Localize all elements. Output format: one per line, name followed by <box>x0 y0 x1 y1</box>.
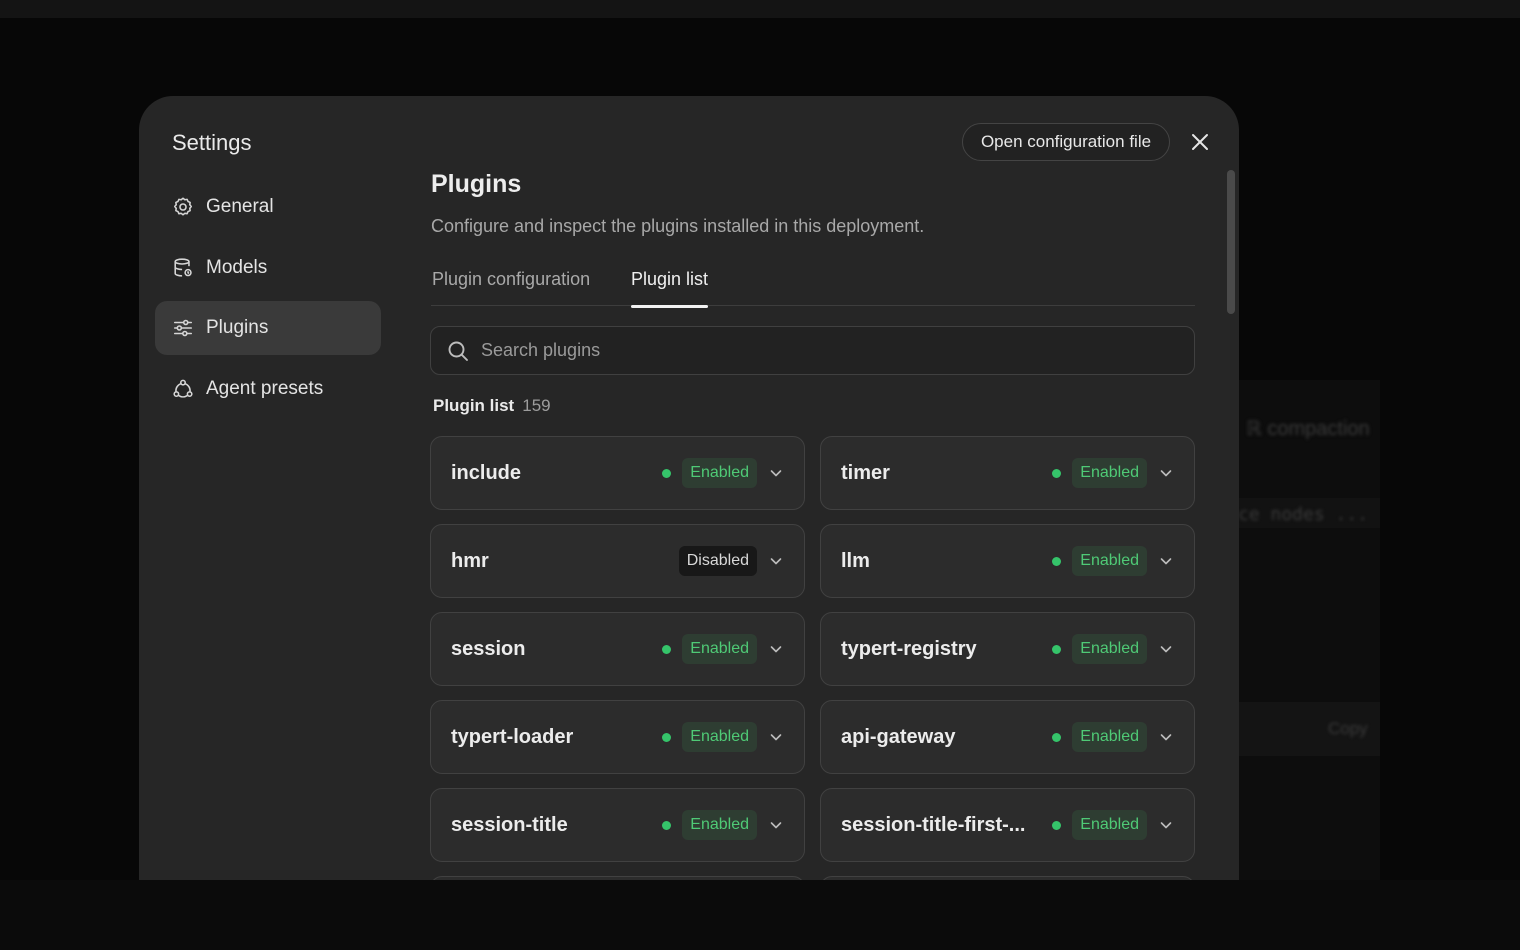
gear-icon <box>172 196 194 218</box>
scrollbar-thumb[interactable] <box>1227 170 1235 314</box>
plugin-card[interactable]: typert-loader Enabled <box>430 700 805 774</box>
plugin-status: Enabled <box>662 722 757 752</box>
nav-item-models[interactable]: Models <box>155 241 381 295</box>
plugin-status: Enabled <box>662 634 757 664</box>
chevron-down-icon[interactable] <box>1158 729 1174 745</box>
database-icon <box>172 257 194 279</box>
status-badge: Enabled <box>682 634 757 664</box>
status-dot-icon <box>662 644 672 654</box>
nav-item-plugins[interactable]: Plugins <box>155 301 381 355</box>
plugin-list-label: Plugin list <box>433 396 515 415</box>
chevron-down-icon[interactable] <box>1158 553 1174 569</box>
status-dot-icon <box>662 820 672 830</box>
chevron-down-icon[interactable] <box>768 729 784 745</box>
plugin-name: typert-loader <box>451 725 574 748</box>
plugin-status: Enabled <box>662 810 757 840</box>
plugin-status: Enabled <box>1052 458 1147 488</box>
tab-bar: Plugin configuration Plugin list <box>431 266 1195 308</box>
plugin-count: 159 <box>522 396 551 415</box>
status-dot-icon <box>1052 556 1062 566</box>
chevron-down-icon[interactable] <box>1158 817 1174 833</box>
status-dot-icon <box>662 732 672 742</box>
nav-item-label: Models <box>206 256 268 278</box>
open-configuration-file-button[interactable]: Open configuration file <box>962 123 1170 161</box>
tab-plugin-list[interactable]: Plugin list <box>631 269 709 308</box>
nav-item-general[interactable]: General <box>155 180 381 234</box>
settings-title: Settings <box>172 130 252 155</box>
plugin-card[interactable]: typert-registry Enabled <box>820 612 1195 686</box>
status-badge: Enabled <box>1072 634 1147 664</box>
status-badge: Enabled <box>1072 546 1147 576</box>
plugin-card[interactable]: api-gateway Enabled <box>820 700 1195 774</box>
status-dot-icon <box>1052 468 1062 478</box>
plugin-card[interactable]: include Enabled <box>430 436 805 510</box>
background-text: ℝ compaction <box>1246 418 1370 440</box>
status-badge: Enabled <box>682 722 757 752</box>
settings-nav: General Models Plugins Agent presets <box>155 180 381 422</box>
presets-icon <box>172 378 194 400</box>
nav-item-label: Plugins <box>206 317 269 338</box>
plugin-name: llm <box>841 549 870 572</box>
status-dot-icon <box>662 468 672 478</box>
plugin-name: session-title-first-... <box>841 813 1026 836</box>
status-dot-icon <box>1052 732 1062 742</box>
status-badge: Disabled <box>678 546 757 576</box>
close-icon[interactable] <box>1188 130 1212 154</box>
page-description: Configure and inspect the plugins instal… <box>431 216 925 236</box>
plugin-grid: include Enabled timer Enabled hmr Disabled llm… <box>430 436 1195 880</box>
plugin-list-header: Plugin list 159 <box>433 396 551 416</box>
search-box <box>430 326 1195 375</box>
top-bar <box>0 0 1520 18</box>
status-dot-icon <box>1052 820 1062 830</box>
status-badge: Enabled <box>682 458 757 488</box>
plugin-name: timer <box>841 461 890 484</box>
bottom-bar <box>0 880 1520 950</box>
background-text: ce nodes ... <box>1238 504 1369 525</box>
search-input[interactable] <box>481 340 1161 361</box>
search-icon <box>446 339 470 363</box>
chevron-down-icon[interactable] <box>1158 465 1174 481</box>
plugin-card[interactable]: session-title-first-... Enabled <box>820 788 1195 862</box>
plugin-status: Enabled <box>662 458 757 488</box>
plugin-name: include <box>451 461 522 484</box>
plugin-status: Enabled <box>1052 634 1147 664</box>
status-badge: Enabled <box>1072 810 1147 840</box>
status-badge: Enabled <box>682 810 757 840</box>
tab-plugin-configuration[interactable]: Plugin configuration <box>432 269 590 306</box>
plugin-card[interactable]: hmr Disabled <box>430 524 805 598</box>
plugin-status: Enabled <box>1052 810 1147 840</box>
plugin-name: session-title <box>451 813 568 836</box>
settings-modal: Settings General Models Plugins Agent pr… <box>139 96 1239 880</box>
nav-item-label: General <box>206 196 274 217</box>
background-copy-label: Copy <box>1328 719 1368 738</box>
plugin-card[interactable]: session Enabled <box>430 612 805 686</box>
plugin-card[interactable]: llm Enabled <box>820 524 1195 598</box>
plugin-status: Disabled <box>678 546 757 576</box>
chevron-down-icon[interactable] <box>768 465 784 481</box>
plugin-name: hmr <box>451 549 489 572</box>
plugin-status: Enabled <box>1052 722 1147 752</box>
chevron-down-icon[interactable] <box>768 641 784 657</box>
status-badge: Enabled <box>1072 458 1147 488</box>
sliders-icon <box>172 317 194 339</box>
page-title: Plugins <box>431 170 522 198</box>
plugin-status: Enabled <box>1052 546 1147 576</box>
chevron-down-icon[interactable] <box>1158 641 1174 657</box>
plugin-name: session <box>451 637 526 660</box>
status-badge: Enabled <box>1072 722 1147 752</box>
nav-item-label: Agent presets <box>206 377 324 399</box>
plugin-name: typert-registry <box>841 637 977 660</box>
plugin-card[interactable]: timer Enabled <box>820 436 1195 510</box>
status-dot-icon <box>1052 644 1062 654</box>
nav-item-agent-presets[interactable]: Agent presets <box>155 362 381 416</box>
plugin-name: api-gateway <box>841 725 956 748</box>
plugin-card[interactable]: session-title Enabled <box>430 788 805 862</box>
background-app: ℝ compaction ce nodes ... Copy <box>1238 380 1380 880</box>
chevron-down-icon[interactable] <box>768 817 784 833</box>
chevron-down-icon[interactable] <box>768 553 784 569</box>
